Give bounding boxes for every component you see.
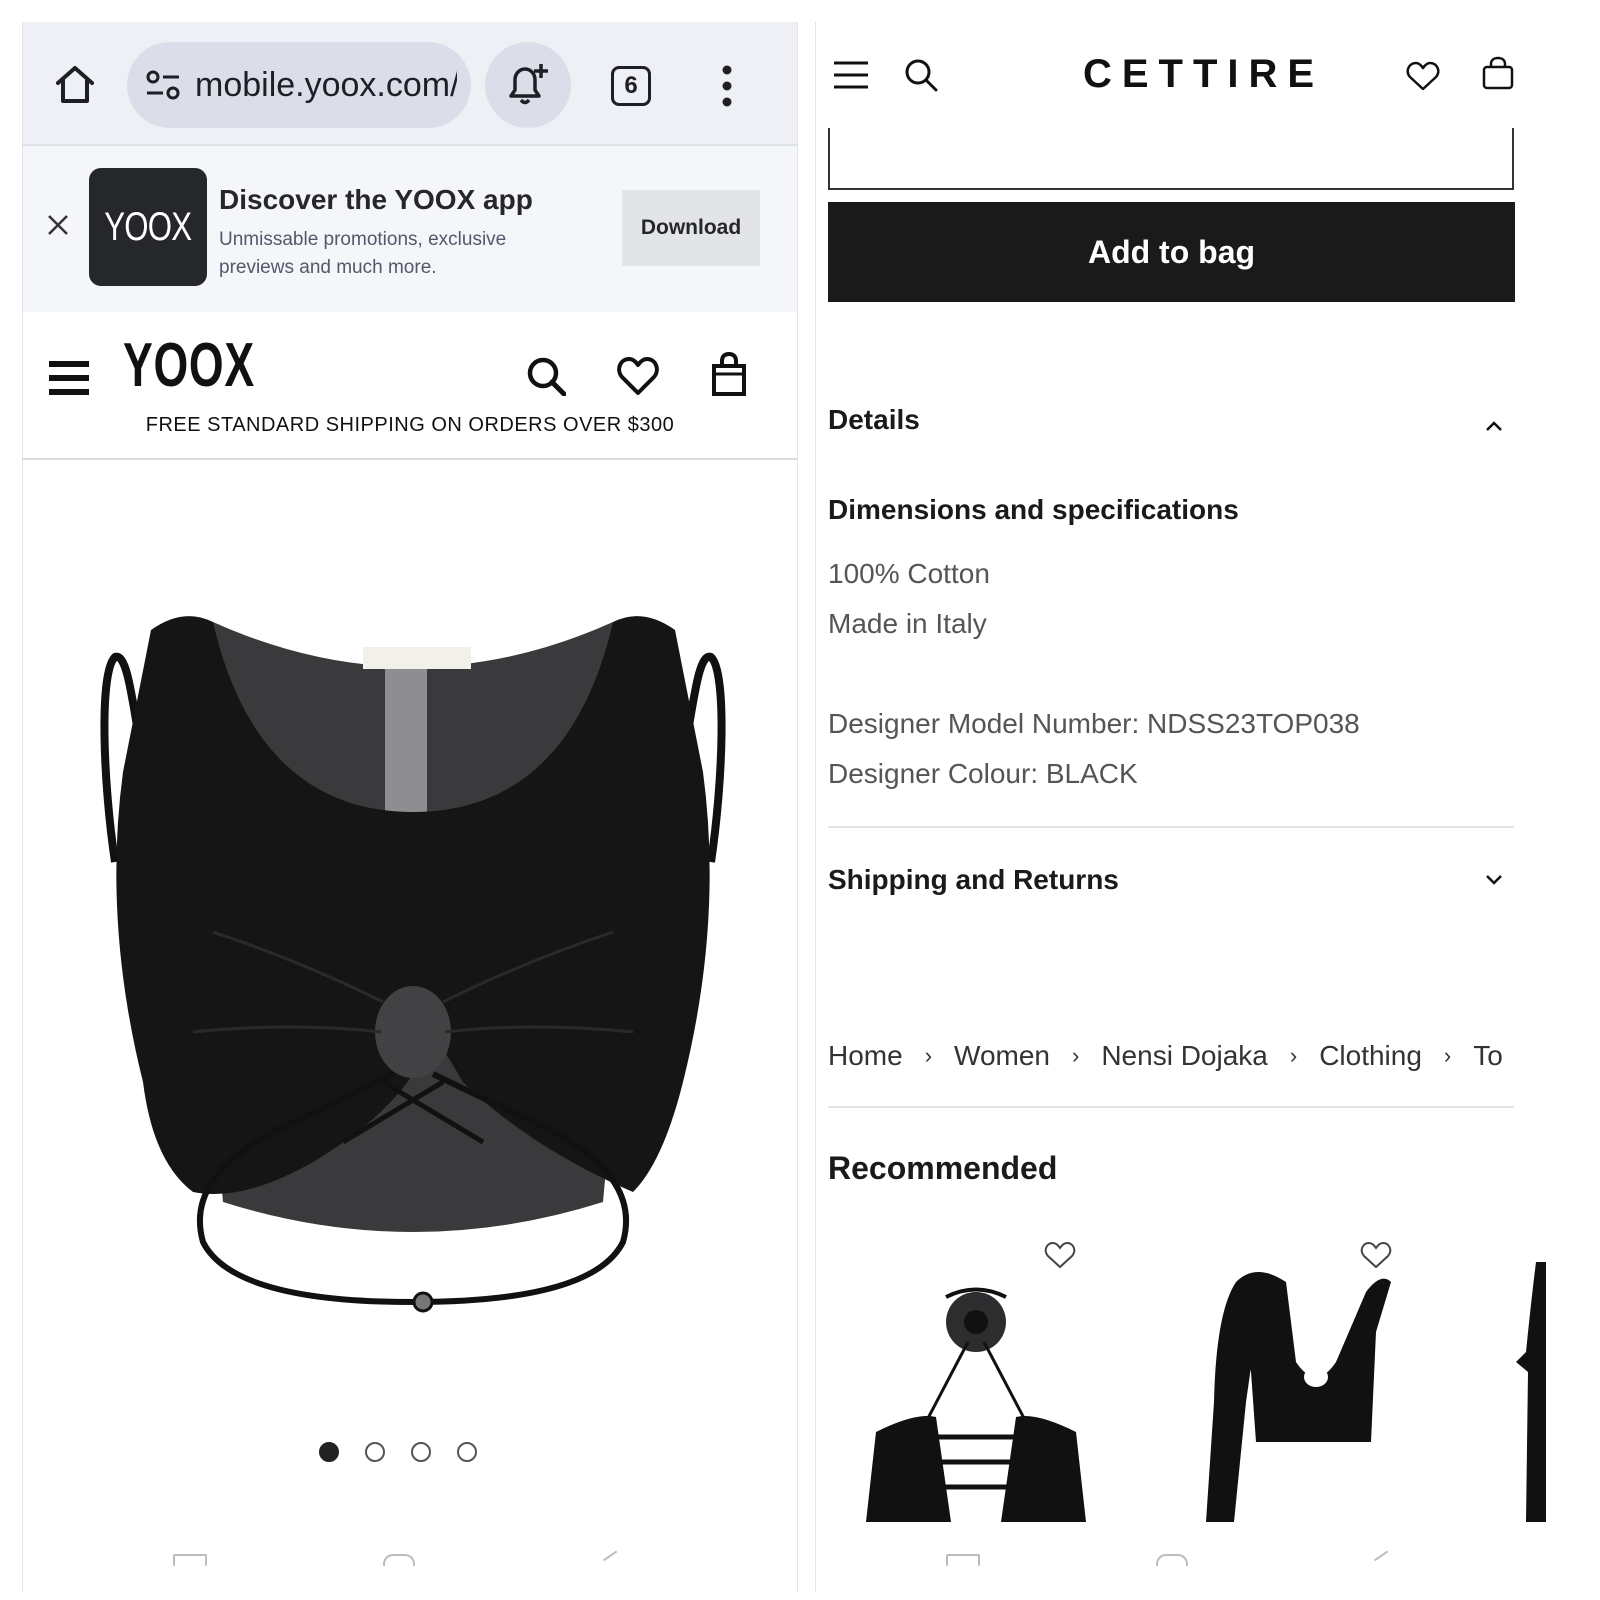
home-nav-icon[interactable]	[383, 1554, 415, 1566]
material-text: 100% Cotton	[828, 558, 990, 589]
yoox-screen: mobile.yoox.com/ 6 YOOX Discover the YOO…	[22, 22, 798, 1592]
recents-nav-icon[interactable]	[173, 1554, 207, 1566]
carousel-dot-3[interactable]	[411, 1442, 431, 1462]
divider	[828, 826, 1514, 828]
shipping-heading: Shipping and Returns	[828, 864, 1119, 895]
carousel-dot-2[interactable]	[365, 1442, 385, 1462]
url-text: mobile.yoox.com/	[195, 66, 457, 104]
yoox-app-logo: YOOX	[89, 168, 207, 286]
home-nav-icon[interactable]	[1156, 1554, 1188, 1566]
shopping-bag-icon[interactable]	[711, 352, 747, 396]
system-nav-bar	[816, 1550, 1591, 1574]
recents-nav-icon[interactable]	[946, 1554, 980, 1566]
tab-switcher-button[interactable]: 6	[611, 66, 651, 106]
more-vert-icon[interactable]	[717, 64, 737, 108]
home-icon[interactable]	[53, 62, 97, 106]
image-carousel-dots	[319, 1442, 489, 1464]
back-nav-icon[interactable]	[1374, 1550, 1394, 1570]
spec-heading: Dimensions and specifications	[828, 494, 1239, 525]
cettire-logo[interactable]: CETTIRE	[816, 52, 1591, 97]
breadcrumb-separator: ›	[924, 1043, 933, 1068]
model-number-text: Designer Model Number: NDSS23TOP038	[828, 708, 1360, 739]
breadcrumb-item-home[interactable]: Home	[828, 1040, 903, 1071]
details-accordion-header[interactable]: Details	[828, 404, 1514, 436]
breadcrumb-separator: ›	[1289, 1043, 1298, 1068]
browser-toolbar: mobile.yoox.com/ 6	[23, 22, 797, 146]
yoox-logo[interactable]: YOOX	[123, 330, 255, 401]
wishlist-icon[interactable]	[1406, 60, 1440, 92]
breadcrumb-separator: ›	[1072, 1043, 1080, 1068]
banner-subtitle: Unmissable promotions, exclusive preview…	[219, 229, 507, 278]
heart-icon[interactable]	[1360, 1240, 1392, 1270]
back-nav-icon[interactable]	[603, 1550, 623, 1570]
breadcrumb-item-tops[interactable]: To	[1473, 1040, 1503, 1071]
close-icon[interactable]	[45, 212, 71, 238]
address-bar[interactable]: mobile.yoox.com/	[127, 42, 471, 128]
divider	[828, 1106, 1514, 1108]
chevron-down-icon	[1486, 875, 1502, 885]
download-button[interactable]: Download	[622, 190, 760, 266]
banner-title: Discover the YOOX app	[219, 184, 533, 215]
recommended-product-image[interactable]	[1506, 1242, 1546, 1522]
heart-icon[interactable]	[1044, 1240, 1076, 1270]
carousel-dot-4[interactable]	[457, 1442, 477, 1462]
origin-text: Made in Italy	[828, 608, 987, 639]
app-install-banner: YOOX Discover the YOOX app Unmissable pr…	[23, 146, 797, 312]
shopping-bag-icon[interactable]	[1482, 56, 1514, 90]
recommended-product-image[interactable]	[856, 1242, 1096, 1522]
site-settings-icon[interactable]	[145, 68, 181, 102]
bell-plus-icon	[509, 64, 548, 105]
site-header: CETTIRE	[816, 22, 1591, 128]
carousel-dot-1[interactable]	[319, 1442, 339, 1462]
shipping-accordion-header[interactable]: Shipping and Returns	[828, 864, 1514, 896]
site-header: YOOX FREE STANDARD SHIPPING ON ORDERS OV…	[23, 312, 797, 460]
breadcrumb-item-clothing[interactable]: Clothing	[1319, 1040, 1422, 1071]
breadcrumb-item-designer[interactable]: Nensi Dojaka	[1101, 1040, 1268, 1071]
cettire-screen: CETTIRE Add to bag Details Dimensions an…	[815, 22, 1591, 1592]
breadcrumb-separator: ›	[1443, 1043, 1452, 1068]
system-nav-bar	[23, 1550, 797, 1574]
colour-text: Designer Colour: BLACK	[828, 758, 1138, 789]
product-image-crop-top[interactable]	[63, 562, 763, 1362]
recommended-heading: Recommended	[828, 1150, 1058, 1186]
shipping-promo: FREE STANDARD SHIPPING ON ORDERS OVER $3…	[145, 414, 675, 436]
chevron-up-icon	[1486, 421, 1502, 431]
recommended-product-image[interactable]	[1196, 1242, 1436, 1522]
breadcrumb-item-women[interactable]: Women	[954, 1040, 1050, 1071]
hamburger-menu-icon[interactable]	[49, 358, 89, 398]
breadcrumb: Home › Women › Nensi Dojaka › Clothing › To	[828, 1040, 1514, 1080]
search-icon[interactable]	[526, 356, 566, 396]
details-heading: Details	[828, 404, 920, 435]
wishlist-icon[interactable]	[617, 356, 659, 396]
notification-button[interactable]	[485, 42, 571, 128]
add-to-bag-button[interactable]: Add to bag	[828, 202, 1515, 302]
